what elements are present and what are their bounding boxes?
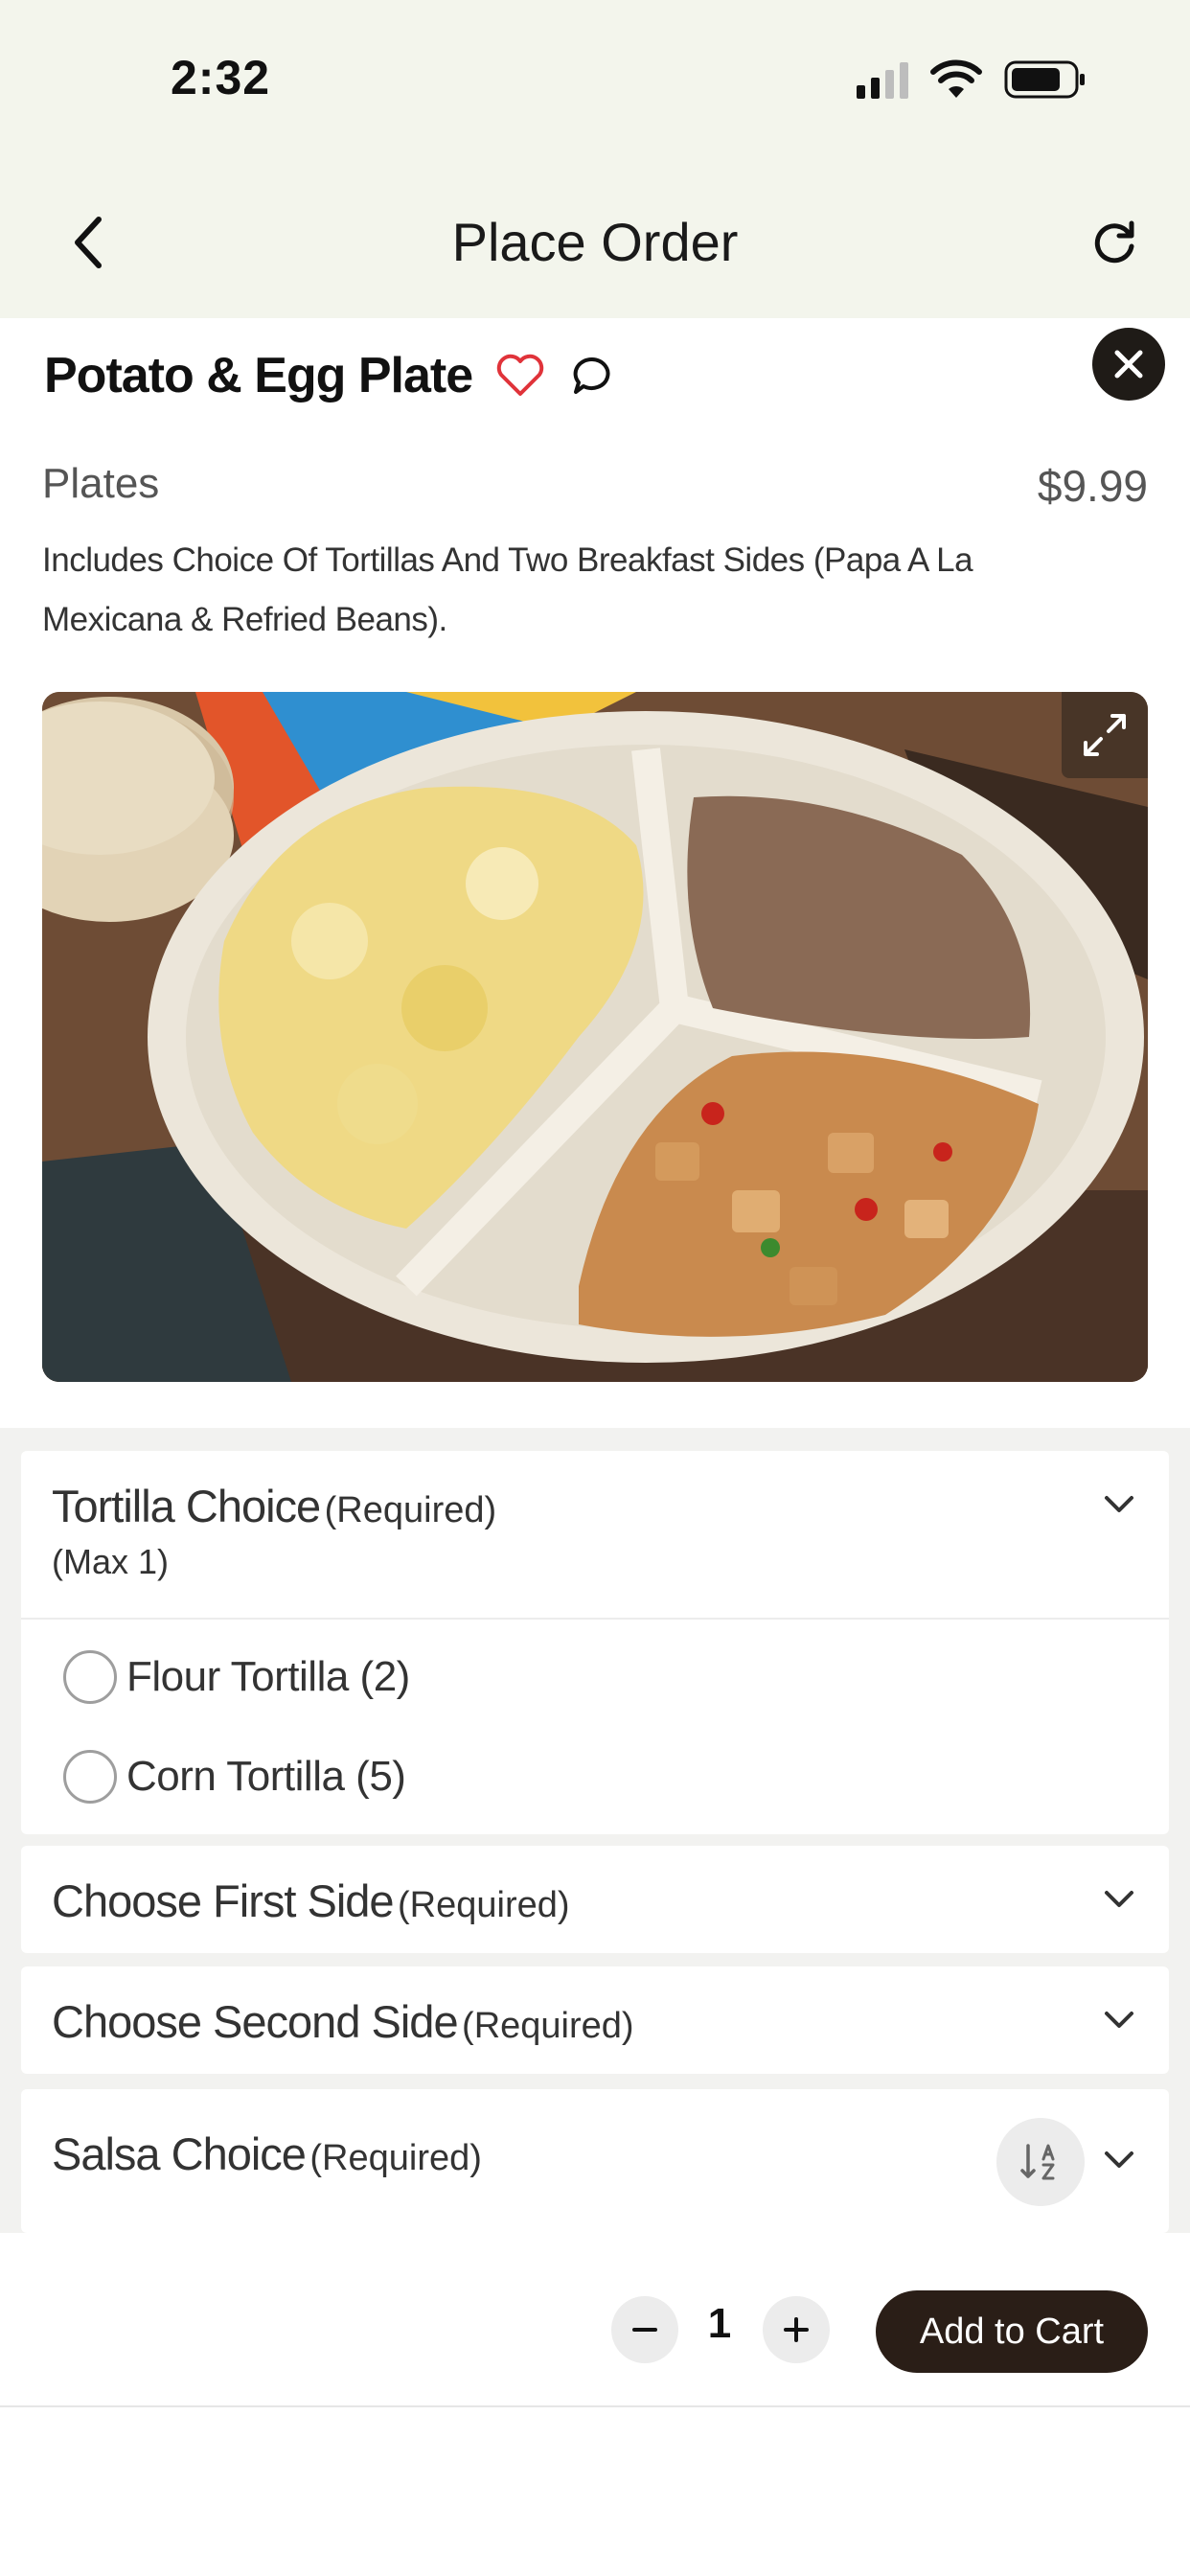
first-side-header: Choose First Side (Required) [52,1874,570,1927]
radio-button[interactable] [63,1650,117,1704]
option-title: Salsa Choice [52,2128,307,2179]
comment-button[interactable] [570,352,618,400]
page: 2:32 Place Order Potato & Egg Plate Plat… [0,0,1190,2576]
refresh-button[interactable] [1081,209,1148,276]
item-price: $9.99 [1037,461,1148,511]
option-required: (Required) [398,1885,570,1925]
chevron-down-icon[interactable] [1098,2139,1140,2181]
quantity-value: 1 [707,2300,732,2347]
options-section: Tortilla Choice (Required) (Max 1) Flour… [0,1428,1190,2233]
comment-bubble-icon [573,356,610,394]
first-side-card[interactable]: Choose First Side (Required) [21,1846,1169,1953]
add-to-cart-button[interactable]: Add to Cart [876,2290,1148,2373]
second-side-header: Choose Second Side (Required) [52,1995,634,2048]
top-header: 2:32 Place Order [0,0,1190,318]
refresh-icon [1094,220,1134,264]
divider [21,1618,1169,1620]
status-icons [857,56,1087,104]
expand-image-button[interactable] [1062,692,1148,778]
radio-label: Flour Tortilla (2) [126,1653,410,1700]
chevron-down-icon[interactable] [1098,1484,1140,1526]
radio-label: Corn Tortilla (5) [126,1753,406,1800]
battery-icon [1004,60,1085,99]
option-required: (Required) [462,2006,634,2046]
close-button[interactable] [1092,328,1165,401]
heart-outline-icon [496,354,544,396]
option-max: (Max 1) [52,1542,170,1581]
item-name: Potato & Egg Plate [44,348,473,403]
food-photo [42,692,1148,1382]
expand-arrows-icon [1084,714,1126,756]
tortilla-choice-card: Tortilla Choice (Required) (Max 1) Flour… [21,1451,1169,1834]
salsa-choice-card[interactable]: Salsa Choice (Required) [21,2089,1169,2233]
item-category: Plates [42,460,160,507]
radio-option-corn-tortilla[interactable]: Corn Tortilla (5) [63,1750,406,1804]
status-time: 2:32 [171,51,271,104]
tortilla-choice-header[interactable]: Tortilla Choice (Required) (Max 1) [52,1480,496,1582]
cellular-signal-icon [857,60,908,99]
nav-bar: Place Order [0,192,1190,297]
status-bar: 2:32 [0,0,1190,163]
chevron-down-icon[interactable] [1098,1999,1140,2041]
option-title: Tortilla Choice [52,1481,321,1531]
bottom-action-bar: 1 Add to Cart [0,2233,1190,2407]
heart-icon[interactable] [495,352,547,400]
food-image[interactable] [42,692,1148,1382]
radio-button[interactable] [63,1750,117,1804]
item-description: Includes Choice Of Tortillas And Two Bre… [42,541,973,638]
close-icon [1114,350,1143,379]
page-title: Place Order [451,212,739,272]
option-title: Choose Second Side [52,1996,459,2047]
sort-az-icon [1020,2144,1055,2180]
radio-option-flour-tortilla[interactable]: Flour Tortilla (2) [63,1650,410,1704]
increase-quantity-button[interactable] [763,2296,830,2363]
item-title-row: Potato & Egg Plate [44,347,618,404]
decrease-quantity-button[interactable] [611,2296,678,2363]
chevron-down-icon[interactable] [1098,1878,1140,1920]
plus-icon [784,2317,809,2342]
wifi-icon [930,59,982,98]
second-side-card[interactable]: Choose Second Side (Required) [21,1966,1169,2074]
sort-az-button[interactable] [996,2118,1085,2206]
minus-icon [632,2328,657,2332]
salsa-choice-header: Salsa Choice (Required) [52,2128,482,2180]
option-required: (Required) [309,2138,482,2178]
option-title: Choose First Side [52,1875,395,1926]
option-required: (Required) [324,1490,497,1530]
